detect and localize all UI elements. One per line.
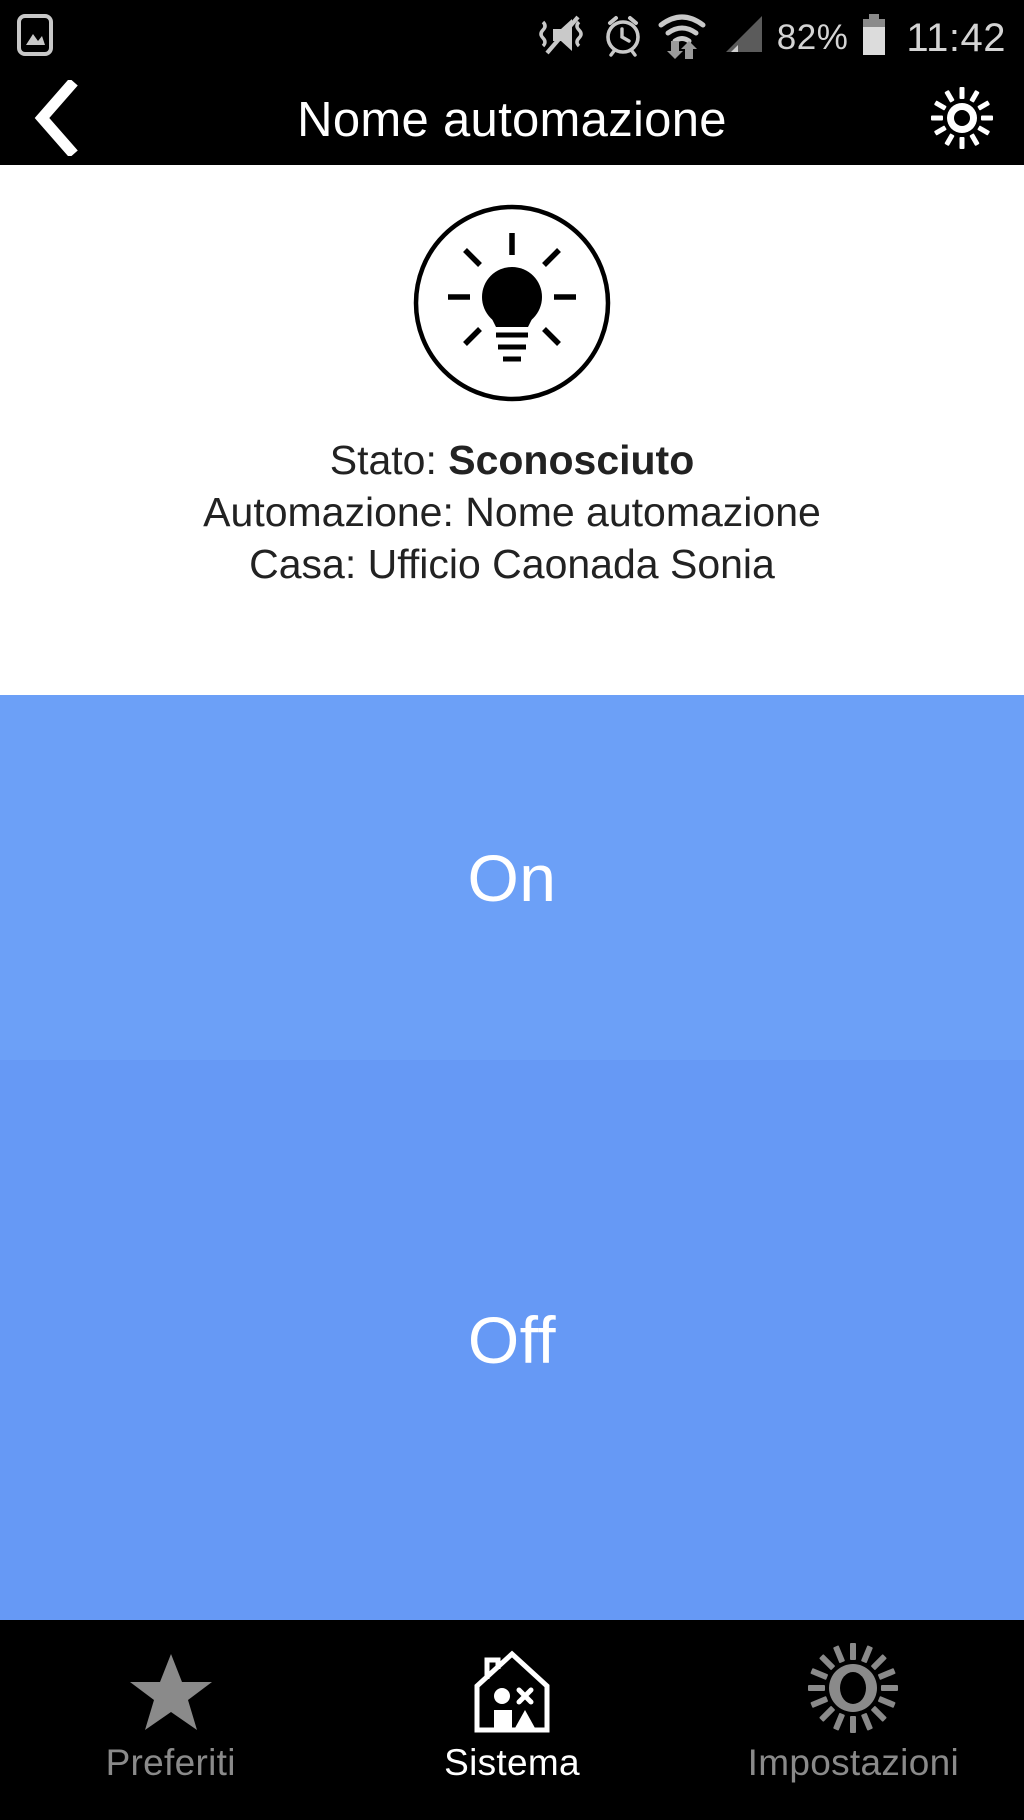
gear-icon — [930, 86, 994, 155]
device-state-label: Stato: — [329, 437, 449, 483]
device-state-value: Sconosciuto — [448, 437, 695, 483]
battery-percent-label: 82% — [776, 18, 849, 57]
device-info-panel: Stato: Sconosciuto Automazione: Nome aut… — [0, 165, 1024, 695]
cellular-signal-icon — [718, 12, 766, 63]
app-header: Nome automazione — [0, 75, 1024, 165]
device-state-line: Stato: Sconosciuto — [203, 434, 821, 486]
device-home-line: Casa: Ufficio Caonada Sonia — [203, 538, 821, 590]
star-icon — [127, 1648, 215, 1734]
battery-icon — [859, 12, 889, 63]
lightbulb-icon — [412, 204, 612, 407]
device-home-label: Casa: — [249, 541, 368, 588]
bottom-navigation: Preferiti Sistema Impostazioni — [0, 1620, 1024, 1820]
page-title: Nome automazione — [297, 93, 727, 147]
device-info-lines: Stato: Sconosciuto Automazione: Nome aut… — [203, 434, 821, 590]
nav-item-preferiti[interactable]: Preferiti — [0, 1620, 341, 1820]
nav-label-sistema: Sistema — [444, 1741, 580, 1783]
back-chevron-icon — [30, 77, 84, 161]
turn-off-label: Off — [467, 1303, 557, 1377]
nav-label-impostazioni: Impostazioni — [747, 1741, 959, 1783]
wifi-data-icon — [657, 11, 707, 64]
nav-item-sistema[interactable]: Sistema — [341, 1620, 682, 1820]
turn-off-button[interactable]: Off — [0, 1060, 1024, 1620]
status-bar-right: 82% 11:42 — [533, 11, 1006, 64]
status-bar: 82% 11:42 — [0, 0, 1024, 75]
status-bar-clock: 11:42 — [906, 15, 1006, 60]
device-automation-label: Automazione: — [203, 489, 466, 536]
turn-on-button[interactable]: On — [0, 695, 1024, 1060]
device-automation-line: Automazione: Nome automazione — [203, 486, 821, 538]
turn-on-label: On — [467, 840, 557, 915]
alarm-icon — [600, 12, 646, 63]
house-icon — [469, 1648, 555, 1734]
nav-item-impostazioni[interactable]: Impostazioni — [683, 1620, 1024, 1820]
mute-vibrate-icon — [533, 12, 589, 63]
back-button[interactable] — [30, 77, 100, 158]
device-icon-wrap — [412, 203, 612, 408]
status-bar-left — [16, 13, 54, 62]
device-automation-value: Nome automazione — [465, 489, 821, 536]
action-buttons: On Off — [0, 695, 1024, 1620]
image-icon — [16, 13, 54, 62]
device-home-value: Ufficio Caonada Sonia — [367, 541, 775, 588]
phone-screen: 82% 11:42 Nome automazione Stato: Sconos… — [0, 0, 1024, 1820]
gear-icon — [807, 1642, 899, 1734]
nav-label-preferiti: Preferiti — [105, 1741, 236, 1783]
settings-button[interactable] — [924, 85, 994, 155]
